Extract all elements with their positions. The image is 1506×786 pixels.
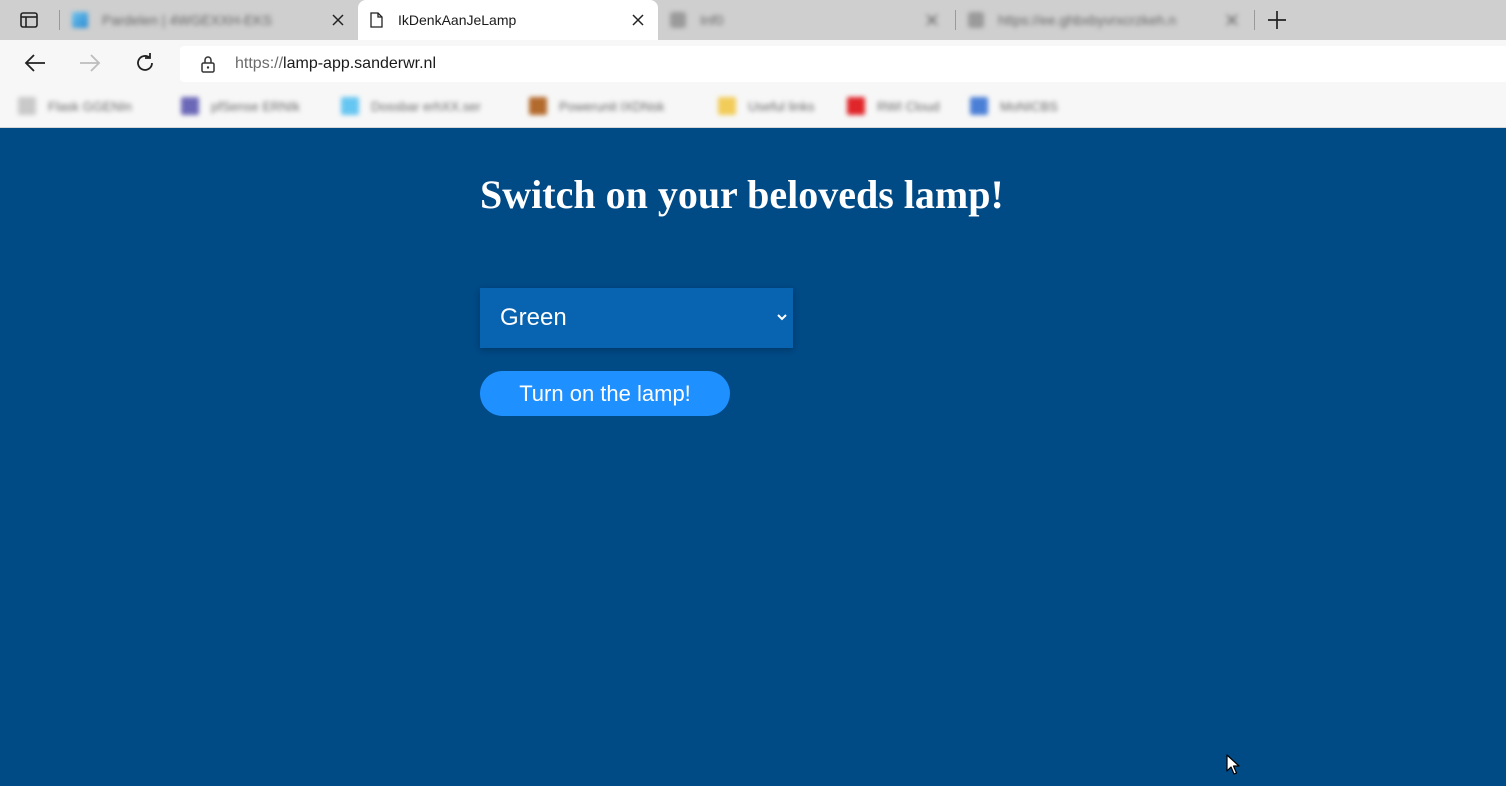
back-button[interactable]: [22, 50, 48, 76]
reload-icon: [137, 53, 153, 71]
address-bar[interactable]: https://lamp-app.sanderwr.nl: [180, 46, 1506, 82]
page-document-icon: [370, 12, 383, 28]
bookmark-item[interactable]: MoNICBS: [970, 96, 1058, 116]
plus-icon: [1268, 11, 1286, 29]
tab-actions-icon: [20, 12, 38, 28]
browser-toolbar: https://lamp-app.sanderwr.nl: [0, 40, 1506, 86]
bookmark-favicon-icon: [18, 97, 36, 115]
close-icon[interactable]: [1222, 10, 1242, 30]
bookmark-item[interactable]: RWI Cloud: [847, 96, 940, 116]
tab-4[interactable]: https://ee.ghbxbyvrxcrzkeh.n: [958, 0, 1252, 40]
bookmark-item[interactable]: Dossbar erhXX.ser: [341, 96, 481, 116]
bookmark-item[interactable]: pfSense ERNIk: [181, 96, 300, 116]
bookmark-favicon-icon: [529, 97, 547, 115]
bookmark-favicon-icon: [341, 97, 359, 115]
bookmark-label: Dossbar erhXX.ser: [371, 98, 481, 114]
tab-separator: [955, 10, 956, 30]
bookmark-label: Flask GGENIn: [48, 98, 132, 114]
tab-separator: [59, 10, 60, 30]
color-select-value: Green: [500, 304, 567, 331]
tab-title: https://ee.ghbxbyvrxcrzkeh.n: [998, 12, 1177, 28]
page-content: Switch on your beloveds lamp! Green Turn…: [0, 129, 1506, 786]
app-icon: [72, 12, 88, 28]
color-select[interactable]: Green: [480, 288, 793, 348]
bookmark-label: RWI Cloud: [877, 98, 940, 114]
url-scheme: https://: [235, 55, 284, 72]
bookmark-label: Useful links: [748, 98, 815, 114]
page-document-icon: [670, 12, 686, 28]
tab-title: Inf0: [700, 12, 724, 28]
page-document-icon: [968, 12, 984, 28]
bookmark-folder[interactable]: Useful links: [718, 96, 814, 116]
bookmark-favicon-icon: [970, 97, 988, 115]
tab-strip: Pardelen | 4WGEXXH-EKS IkDenkAanJeLamp I…: [0, 0, 1506, 40]
mouse-cursor-icon: [1226, 754, 1240, 775]
bookmarks-bar: Flask GGENIn pfSense ERNIk Dossbar erhXX…: [0, 86, 1506, 128]
bookmark-item[interactable]: Flask GGENIn: [18, 96, 132, 116]
turn-on-lamp-button[interactable]: Turn on the lamp!: [480, 371, 730, 416]
close-icon[interactable]: [328, 10, 348, 30]
new-tab-button[interactable]: [1264, 7, 1290, 33]
close-icon[interactable]: [628, 10, 648, 30]
bookmark-item[interactable]: Powerunit IXDNsk: [529, 96, 664, 116]
tab-title: Pardelen | 4WGEXXH-EKS: [102, 12, 273, 28]
url-text: https://lamp-app.sanderwr.nl: [235, 55, 436, 73]
tab-actions-button[interactable]: [14, 8, 44, 32]
reload-button[interactable]: [132, 50, 158, 76]
tab-title: IkDenkAanJeLamp: [398, 12, 517, 28]
forward-arrow-icon: [80, 54, 101, 72]
tab-active[interactable]: IkDenkAanJeLamp: [358, 0, 658, 40]
chevron-down-icon: [777, 314, 787, 321]
tab-separator: [1254, 10, 1255, 30]
url-host: lamp-app.sanderwr.nl: [283, 55, 436, 72]
bookmark-favicon-icon: [847, 97, 865, 115]
folder-icon: [718, 97, 736, 115]
forward-button[interactable]: [77, 50, 103, 76]
bookmark-favicon-icon: [181, 97, 199, 115]
lock-icon: [200, 55, 216, 73]
back-arrow-icon: [24, 54, 45, 72]
page-title: Switch on your beloveds lamp!: [480, 172, 1004, 217]
bookmark-label: MoNICBS: [1000, 98, 1058, 114]
bookmark-label: Powerunit IXDNsk: [559, 98, 665, 114]
tab-3[interactable]: Inf0: [660, 0, 952, 40]
close-icon[interactable]: [922, 10, 942, 30]
tab-1[interactable]: Pardelen | 4WGEXXH-EKS: [62, 0, 358, 40]
bookmark-label: pfSense ERNIk: [211, 98, 300, 114]
